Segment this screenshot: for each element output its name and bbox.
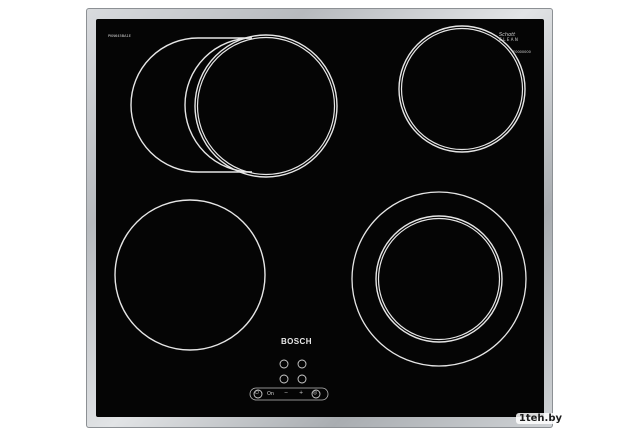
serial-code: E0000000: [513, 50, 531, 54]
minus-button[interactable]: −: [284, 390, 288, 396]
watermark: 1teh.by: [515, 413, 565, 424]
brand-logo: BOSCH: [281, 337, 312, 346]
timer-icon[interactable]: ◎: [313, 390, 317, 396]
zone-selector-top-left[interactable]: [279, 359, 289, 369]
extended-zone-main-ring-outer: [194, 34, 338, 178]
top-right-zone-outer: [398, 25, 526, 153]
bottom-right-zone-inner-ring-outer: [375, 215, 503, 343]
plus-button[interactable]: +: [299, 390, 303, 396]
bottom-left-zone-ring: [114, 199, 266, 351]
zone-selector-top-right[interactable]: [297, 359, 307, 369]
cooking-zones: [114, 25, 527, 401]
bottom-right-zone-inner-ring-inner: [377, 217, 501, 341]
top-right-zone-inner: [400, 27, 524, 151]
clean-logo: Schott CLEAN: [499, 33, 519, 42]
on-button[interactable]: On: [267, 391, 274, 397]
zone-selector-bottom-left[interactable]: [279, 374, 289, 384]
extended-zone-outer-ring: [130, 37, 253, 173]
extended-zone-main-ring-inner: [196, 36, 336, 176]
model-code: PKN645BA1E: [108, 34, 131, 38]
power-icon[interactable]: ⏻: [255, 390, 259, 396]
zone-selector-bottom-right[interactable]: [297, 374, 307, 384]
clean-logo-line2: CLEAN: [499, 37, 520, 42]
